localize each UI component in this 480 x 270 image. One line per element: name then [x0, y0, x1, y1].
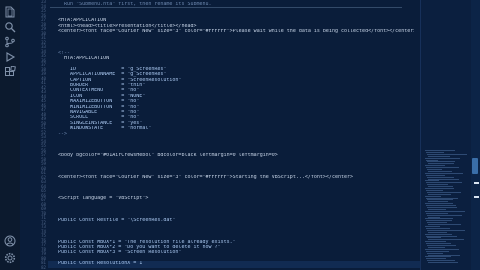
minimap-line	[426, 197, 458, 199]
minimap-line	[426, 243, 451, 245]
minimap-line	[426, 167, 459, 169]
minimap-line	[425, 210, 465, 212]
code-line[interactable]: Public Const Resfile = "\ScreenRes.dat"	[52, 218, 414, 223]
minimap-line	[425, 248, 459, 250]
minimap-line	[426, 227, 450, 229]
minimap-line	[427, 199, 453, 201]
minimap-line	[426, 182, 462, 184]
minimap-line	[427, 245, 456, 246]
minimap-line	[426, 220, 452, 222]
minimap-line	[427, 169, 442, 170]
scrollbar-thumb[interactable]	[472, 158, 478, 174]
code-line[interactable]: Run "Submenu.hta" first, then rename its…	[52, 2, 414, 7]
minimap-line	[428, 163, 454, 165]
minimap-line	[425, 241, 446, 243]
minimap-line	[428, 216, 440, 218]
minimap-line	[427, 214, 462, 216]
minimap-line	[427, 237, 441, 239]
minimap-line	[426, 205, 456, 207]
minimap-line	[425, 203, 453, 205]
minimap-line	[425, 165, 445, 167]
minimap-line	[427, 184, 448, 186]
minimap-line	[427, 191, 461, 193]
search-icon[interactable]	[4, 21, 16, 33]
minimap-line	[427, 161, 455, 163]
minimap-line	[428, 208, 446, 210]
code-line[interactable]: Public Const MBOX*3 = "Screen Resolution…	[52, 250, 414, 255]
minimap-line	[427, 153, 467, 155]
code-line[interactable]: <body bgcolor="#01AirCrewsHebol" Bdcolor…	[52, 153, 414, 158]
minimap-line	[426, 212, 448, 214]
minimap-line	[427, 222, 447, 224]
minimap-line	[425, 150, 455, 151]
minimap-line	[427, 229, 465, 231]
minimap-line	[428, 186, 453, 188]
minimap-line	[425, 233, 452, 235]
minimap-line	[426, 159, 438, 161]
minimap-line	[425, 172, 463, 174]
line-number: 82	[41, 264, 46, 270]
minimap-line	[427, 207, 457, 208]
minimap-line	[425, 218, 453, 220]
minimap-line	[425, 226, 440, 227]
vertical-scrollbar[interactable]	[471, 0, 480, 270]
minimap-line	[427, 176, 454, 178]
minimap-line	[425, 188, 454, 189]
minimap-line	[426, 151, 444, 153]
minimap-line	[428, 231, 447, 233]
minimap-line	[426, 189, 443, 191]
code-line[interactable]: <Script language = "VBScript">	[52, 196, 414, 201]
minimap-line	[427, 260, 455, 262]
minimap-line	[428, 254, 460, 256]
scrollbar-marker	[474, 196, 479, 198]
minimap-line	[428, 262, 458, 264]
minimap-line	[425, 256, 451, 258]
minimap-line	[426, 258, 446, 260]
minimap-line	[428, 155, 450, 157]
minimap-line	[427, 252, 443, 254]
line-number-gutter: 23 24 25 26 27 28 29 30 31 32 33 34 35 36 37 38 39 40 41 42…	[20, 0, 48, 270]
code-line[interactable]: -->	[52, 132, 414, 137]
code-line[interactable]: HTA:APPLICATION	[52, 56, 414, 61]
code-line[interactable]: <center><font face="Courier New" size="3…	[52, 29, 414, 34]
minimap-line	[428, 239, 464, 241]
minimap-line	[425, 195, 441, 197]
minimap-line	[425, 180, 439, 182]
run-debug-icon[interactable]	[4, 51, 16, 63]
minimap-line	[428, 224, 461, 226]
scrollbar-marker	[474, 182, 479, 184]
source-control-icon[interactable]	[4, 36, 16, 48]
minimap-line	[425, 157, 460, 159]
minimap-line	[428, 193, 451, 195]
extensions-icon[interactable]	[4, 66, 16, 78]
settings-icon[interactable]	[4, 252, 16, 264]
minimap-line	[428, 246, 445, 248]
minimap-line	[428, 201, 448, 203]
account-icon[interactable]	[4, 235, 16, 247]
minimap-line	[428, 178, 459, 180]
explorer-icon[interactable]	[4, 6, 16, 18]
code-line[interactable]: Public Const ResolutionX = 1	[52, 261, 414, 266]
code-editor[interactable]: 23 24 25 26 27 28 29 30 31 32 33 34 35 36 37 38 39 40 41 42…	[20, 0, 420, 270]
activity-bar	[0, 0, 21, 270]
minimap-line	[428, 170, 452, 172]
code-line[interactable]: <center><font face="Courier New" size="3…	[52, 175, 414, 180]
minimap-line	[426, 250, 449, 252]
minimap-line	[426, 174, 445, 176]
minimap-line	[426, 235, 457, 237]
